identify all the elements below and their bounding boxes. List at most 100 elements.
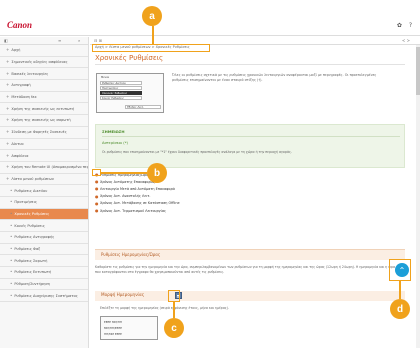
expand-icon: + (6, 59, 10, 65)
sidebar-item-label: Μετάδοση fax (11, 95, 37, 100)
settings-link[interactable]: ● Χρόνος Αυτόματης Επαναφοράς (95, 178, 180, 185)
expand-icon: + (6, 140, 10, 146)
sidebar-item[interactable]: • Ρυθμίσεις Δικτύου (0, 185, 88, 197)
title-divider (95, 64, 405, 65)
date-format-option: ΜΜ/ΗΗ/ΕΕΕΕ (104, 326, 122, 330)
sidebar-item[interactable]: + Βασικές λειτουργίες (0, 68, 88, 81)
sidebar-item-label: Ρυθμίσεις Εκτυπωτή (14, 270, 52, 275)
bullet-icon: • (10, 234, 13, 240)
sidebar-panel-icon[interactable]: ◧ (4, 38, 8, 43)
callout-b-line (101, 172, 147, 174)
canon-logo[interactable]: Canon (7, 20, 32, 30)
sidebar-item[interactable]: + Μετάδοση fax (0, 92, 88, 104)
prev-next-icons[interactable]: < > (402, 38, 410, 43)
callout-c-highlight (168, 290, 180, 302)
callout-b-highlight (92, 169, 101, 176)
bullet-icon: • (10, 199, 13, 205)
expand-icon: + (6, 164, 10, 170)
sidebar-item[interactable]: • Ρυθμίσεις Εκτυπωτή (0, 267, 88, 279)
note-divider (102, 136, 400, 137)
sidebar-item-label: Αντιγραφή (11, 83, 31, 88)
sidebar-item[interactable]: + Λίστα μενού ρυθμίσεων (0, 174, 88, 186)
scroll-thumb[interactable] (416, 47, 420, 95)
content-scrollbar[interactable] (416, 45, 420, 348)
page-title: Χρονικές Ρυθμίσεις (95, 54, 164, 62)
sidebar-item[interactable]: • Προτιμήσεις (0, 197, 88, 209)
mini-menu-item-selected: Χρονικές Ρυθμίσεις (100, 91, 142, 95)
sidebar-item-label: Ρυθμίσεις Δικτύου (14, 188, 48, 193)
sidebar-item[interactable]: • Ρυθμίσεις Φαξ (0, 244, 88, 256)
bullet-icon: • (10, 281, 13, 287)
sidebar-item[interactable]: • Ρυθμίσεις Διαχείρισης Συστήματος (0, 290, 88, 303)
sidebar-search-icon[interactable]: ⌕ (78, 38, 80, 43)
callout-d-line (399, 281, 401, 299)
sidebar-item[interactable]: +Χρήση του Remote UI (Απομακρυσμένο περι… (0, 162, 88, 174)
sidebar-item[interactable]: + Ασφάλεια (0, 150, 88, 162)
callout-a-line (152, 26, 154, 44)
callout-a: a (142, 6, 162, 26)
sidebar-item[interactable]: • Ρυθμίσεις Αντιγραφής (0, 232, 88, 244)
expand-icon: + (6, 47, 10, 53)
sidebar-item[interactable]: • Ρυθμίσεις Σαρωτή (0, 255, 88, 268)
callout-c: c (164, 318, 184, 338)
callout-d-highlight (389, 259, 411, 281)
sidebar-item-label: Ρυθμίσεις Διαχείρισης Συστήματος (14, 293, 78, 298)
note-text: Οι ρυθμίσεις που επισημαίνονται με "*1" … (102, 150, 292, 154)
sidebar-list-icon[interactable]: ≡ (58, 38, 61, 43)
section-header: Ρυθμίσεις Ημερομηνίας/Ώρας (95, 249, 405, 260)
top-bar: Canon ✿ ? (0, 0, 420, 36)
settings-link[interactable]: ● Χρόνος Αυτ. Αναστολής Λειτ. (95, 193, 180, 200)
bullet-icon: • (10, 269, 13, 275)
bullet-icon: • (10, 257, 13, 263)
panel-menu-illustration: Μενού Ρυθμίσεις Δικτύου Προτιμήσεις Χρον… (96, 73, 164, 113)
expand-icon: + (6, 82, 10, 88)
expand-icon: + (6, 152, 10, 158)
sidebar-item-label: Λίστα μενού ρυθμίσεων (11, 176, 54, 181)
sidebar-item[interactable]: + Δίκτυο (0, 139, 88, 151)
note-title: ΣΗΜΕΙΩΣΗ (102, 129, 125, 134)
expand-icon: + (6, 105, 10, 111)
mini-menu-item: Κοινές Ρυθμίσεις (100, 96, 142, 100)
sidebar-item-label: Χρονικές Ρυθμίσεις (14, 211, 50, 216)
bullet-icon: ● (95, 186, 99, 192)
help-icon[interactable]: ? (409, 22, 412, 29)
sidebar-item-label: Ρυθμίσεις Αντιγραφής (14, 235, 55, 240)
gear-icon[interactable]: ✿ (397, 22, 402, 29)
sidebar-item[interactable]: • Χρονικές Ρυθμίσεις (0, 208, 88, 221)
expand-icon: + (6, 94, 10, 100)
expand-icon: + (6, 117, 10, 123)
date-format-text: Επιλέξτε τη μορφή της ημερομηνίας (σειρά… (100, 306, 229, 310)
section-text: Καθορίστε τις ρυθμίσεις για την ημερομην… (95, 265, 395, 274)
settings-link-list: ● Ρυθμίσεις Ημερομηνίας/Ώρας ● Χρόνος Αυτό… (95, 171, 180, 214)
sidebar-item[interactable]: + Αρχή (0, 45, 88, 57)
sidebar-item[interactable]: • Ρύθμιση/Συντήρηση (0, 279, 88, 291)
sidebar-item[interactable]: + Αντιγραφή (0, 80, 88, 92)
bullet-icon: ● (95, 193, 99, 199)
settings-link[interactable]: ● Χρόνος Αυτ. Μετάβασης σε Κατάσταση Offl… (95, 200, 180, 207)
main-content: ⊟ ⊞ < > Αρχή > Λίστα μενού ρυθμίσεων > Χ… (90, 37, 420, 348)
sidebar-item[interactable]: + Χρήση της συσκευής ως εκτυπωτή (0, 103, 88, 116)
bullet-icon: • (10, 222, 13, 228)
callout-d: d (390, 299, 410, 319)
bullet-icon: • (10, 210, 13, 216)
sidebar-item-label: Χρήση του Remote UI (Απομακρυσμένο περιβ… (11, 165, 88, 170)
sidebar-toolbar: ◧ ≡ ⌕ (0, 37, 88, 45)
sidebar-list: + Αρχή + Σημαντικές οδηγίες ασφάλειας + Βασικ… (0, 45, 88, 303)
expand-collapse-icons[interactable]: ⊟ ⊞ (94, 38, 102, 43)
date-format-illustration: ΕΕΕΕ ΜΜ/ΗΗ ΜΜ/ΗΗ/ΕΕΕΕ ΗΗ/ΜΜ ΕΕΕΕ (100, 316, 158, 340)
date-format-title: Μορφή Ημερομηνίας (101, 292, 145, 297)
sidebar-item[interactable]: + Χρήση της συσκευής ως σαρωτή (0, 115, 88, 127)
sidebar-item-label: Ρυθμίσεις Φαξ (14, 247, 41, 252)
sidebar-item[interactable]: • Κοινές Ρυθμίσεις (0, 220, 88, 232)
callout-a-highlight (92, 44, 210, 52)
settings-link[interactable]: ● Λειτουργία Μετά από Αυτόματη Επαναφορά (95, 185, 180, 192)
settings-link[interactable]: ● Χρόνος Αυτ. Τερματισμού Λειτουργίας (95, 207, 180, 214)
sidebar-item[interactable]: + Σύνδεση με Φορητές Συσκευές (0, 127, 88, 139)
mini-menu-item: Ρυθμίσεις Δικτύου (100, 81, 142, 85)
section-title: Ρυθμίσεις Ημερομηνίας/Ώρας (101, 252, 161, 257)
top-icons: ✿ ? (392, 22, 412, 29)
sidebar-item-label: Χρήση της συσκευής ως σαρωτή (11, 118, 71, 123)
sidebar-item[interactable]: + Σημαντικές οδηγίες ασφάλειας (0, 57, 88, 69)
sidebar-item-label: Σύνδεση με Φορητές Συσκευές (11, 130, 67, 135)
note-subtitle: Αστερίσκοι (*) (102, 141, 128, 145)
